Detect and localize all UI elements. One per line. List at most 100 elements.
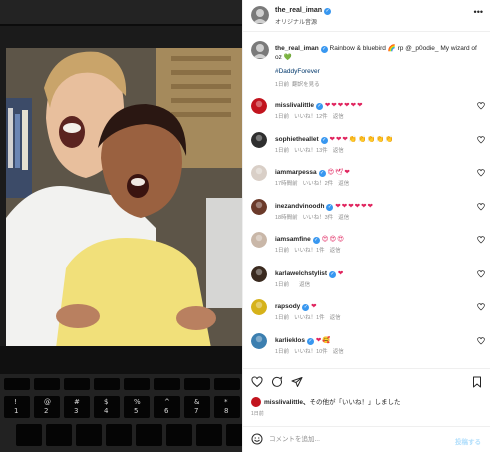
comment-heart-icon[interactable] bbox=[477, 202, 485, 211]
comment-time: 1日前 bbox=[275, 281, 290, 288]
laptop-bezel bbox=[0, 346, 242, 376]
caption-hashtag[interactable]: #DaddyForever bbox=[275, 68, 320, 75]
commenter-avatar[interactable] bbox=[251, 165, 267, 181]
comment-likes[interactable]: いいね！13件 bbox=[294, 148, 328, 154]
commenter-username[interactable]: misslivalittle bbox=[275, 102, 314, 109]
commenter-username[interactable]: karlieklos bbox=[275, 337, 305, 344]
comment-heart-icon[interactable] bbox=[477, 236, 485, 244]
comment-reply[interactable]: 返信 bbox=[333, 148, 344, 154]
green-heart-emoji: 💚 bbox=[283, 54, 292, 61]
key-symbol: % bbox=[134, 398, 141, 406]
comment-heart-icon[interactable] bbox=[477, 102, 485, 110]
smile-icon[interactable] bbox=[251, 433, 263, 445]
commenter-avatar[interactable] bbox=[251, 198, 267, 215]
comment-likes[interactable]: いいね！3件 bbox=[303, 215, 334, 221]
comment-body: ❤❤❤👏👏👏👏👏 bbox=[329, 135, 395, 143]
comment-time: 1日前 bbox=[275, 147, 290, 154]
keyboard-key bbox=[196, 424, 222, 446]
comment-reply[interactable]: 返信 bbox=[338, 181, 349, 187]
comment-text: karlieklos ✓ ❤🥰 bbox=[275, 336, 471, 345]
more-options-icon[interactable]: ••• bbox=[474, 7, 483, 17]
comment-row: karlawelchstylist ✓ ❤ 1日前 返信 bbox=[243, 265, 490, 298]
keyboard-key bbox=[46, 424, 72, 446]
translate-link[interactable]: 翻訳を見る bbox=[292, 82, 320, 88]
commenter-username[interactable]: karlawelchstylist bbox=[275, 270, 327, 277]
send-icon[interactable] bbox=[291, 376, 303, 388]
comment-reply[interactable]: 返信 bbox=[330, 315, 341, 321]
post-media[interactable]: ! 1 @2 #3 $4% 5 ^ 6 & 7 * 8 bbox=[0, 0, 242, 452]
action-bar bbox=[243, 368, 490, 392]
comment-row: karlieklos ✓ ❤🥰 1日前 いいね！10件 返信 bbox=[243, 332, 490, 365]
comment-body: 😍😍😍 bbox=[321, 236, 345, 243]
caption-meta: 1日前 翻訳を見る bbox=[275, 80, 320, 88]
comment-body: ❤❤❤❤❤❤ bbox=[335, 202, 374, 210]
commenter-avatar[interactable] bbox=[251, 299, 267, 315]
verified-badge-icon: ✓ bbox=[320, 136, 328, 144]
comment-likes[interactable]: いいね！10件 bbox=[294, 349, 328, 355]
commenter-avatar[interactable] bbox=[251, 332, 267, 349]
function-key bbox=[154, 378, 180, 390]
comment-reply[interactable]: 返信 bbox=[299, 282, 310, 288]
comment-text: iamsamfine ✓ 😍😍😍 bbox=[275, 235, 471, 244]
caption-username[interactable]: the_real_iman bbox=[275, 45, 319, 52]
video-frame[interactable] bbox=[6, 48, 242, 348]
comment-likes[interactable]: いいね！12件 bbox=[294, 114, 328, 120]
function-key bbox=[64, 378, 90, 390]
commenter-avatar[interactable] bbox=[251, 131, 267, 148]
liked-by-user[interactable]: misslivalittle bbox=[264, 399, 303, 406]
comment-meta: 1日前 いいね！10件 返信 bbox=[275, 347, 349, 355]
add-comment-bar: 投稿する bbox=[243, 426, 490, 452]
caption-avatar[interactable] bbox=[251, 41, 269, 59]
key-symbol: & bbox=[194, 398, 200, 406]
comment-reply[interactable]: 返信 bbox=[330, 248, 341, 254]
comment-meta: 1日前 いいね！12件 返信 bbox=[275, 112, 349, 120]
keyboard-key: & 7 bbox=[184, 396, 210, 418]
comment-time: 1日前 bbox=[275, 248, 290, 254]
post-comment-button[interactable]: 投稿する bbox=[455, 436, 481, 446]
comment-likes[interactable]: いいね！2件 bbox=[303, 181, 334, 187]
key-number: 5 bbox=[134, 407, 139, 415]
commenter-username[interactable]: sophietheallet bbox=[275, 136, 319, 143]
comment-heart-icon[interactable] bbox=[477, 269, 485, 278]
comment-heart-icon[interactable] bbox=[477, 303, 485, 311]
comment-heart-icon[interactable] bbox=[477, 336, 485, 345]
comment-time: 17時間前 bbox=[275, 181, 298, 187]
keyboard-key: ^ 6 bbox=[154, 396, 180, 418]
liker-avatar[interactable] bbox=[251, 397, 261, 407]
comment-meta: 1日前 返信 bbox=[275, 280, 315, 288]
comment-row: inezandvinoodh ✓ ❤❤❤❤❤❤ 18時間前 いいね！3件 返信 bbox=[243, 198, 490, 231]
commenter-avatar[interactable] bbox=[251, 232, 267, 248]
verified-badge-icon: ✓ bbox=[302, 304, 310, 311]
comment-body: ❤ bbox=[337, 269, 345, 277]
comment-text: sophietheallet ✓ ❤❤❤👏👏👏👏👏 bbox=[275, 135, 471, 144]
comment-heart-icon[interactable] bbox=[477, 135, 485, 144]
key-symbol: @ bbox=[44, 398, 51, 406]
author-avatar[interactable] bbox=[251, 6, 269, 24]
comment-input[interactable] bbox=[269, 432, 439, 446]
commenter-avatar[interactable] bbox=[251, 98, 267, 114]
comment-likes[interactable]: いいね！1件 bbox=[294, 248, 325, 254]
comment-reply[interactable]: 返信 bbox=[333, 349, 344, 355]
commenter-username[interactable]: iamsamfine bbox=[275, 236, 311, 243]
keyboard-key: @2 bbox=[34, 396, 60, 418]
commenter-username[interactable]: inezandvinoodh bbox=[275, 203, 324, 210]
comment-reply[interactable]: 返信 bbox=[333, 114, 344, 120]
comment-icon[interactable] bbox=[271, 376, 283, 388]
verified-badge-icon: ✓ bbox=[324, 8, 332, 15]
commenter-username[interactable]: iammarpessa bbox=[275, 169, 317, 176]
comment-likes[interactable]: いいね！1件 bbox=[294, 315, 325, 321]
key-symbol: ! bbox=[14, 398, 17, 406]
comment-heart-icon[interactable] bbox=[477, 169, 485, 177]
liked-by-suffix[interactable]: その他が「いいね！」しました bbox=[310, 399, 401, 406]
commenter-username[interactable]: rapsody bbox=[275, 303, 300, 310]
key-symbol: ^ bbox=[164, 398, 170, 406]
keyboard-key: $4 bbox=[94, 396, 120, 418]
keyboard-key bbox=[106, 424, 132, 446]
commenter-avatar[interactable] bbox=[251, 265, 267, 282]
keyboard-key: * 8 bbox=[214, 396, 240, 418]
audio-label[interactable]: オリジナル音源 bbox=[275, 17, 317, 26]
comment-reply[interactable]: 返信 bbox=[338, 215, 349, 221]
heart-icon[interactable] bbox=[251, 376, 263, 388]
bookmark-icon[interactable] bbox=[471, 376, 483, 388]
author-username[interactable]: the_real_iman bbox=[275, 7, 322, 14]
